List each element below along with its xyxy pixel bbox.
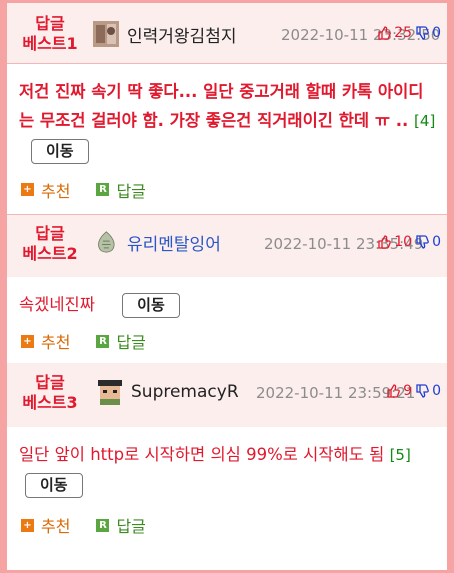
badge-line1: 답글 <box>35 14 65 33</box>
user-avatar[interactable] <box>93 21 119 47</box>
best-badge: 답글 베스트3 <box>7 363 93 413</box>
move-button[interactable]: 이동 <box>25 473 83 498</box>
thumbs-up-icon[interactable] <box>386 384 400 398</box>
recommend-button[interactable]: + 추천 <box>21 329 70 353</box>
recommend-button[interactable]: + 추천 <box>21 178 70 202</box>
upvote-count: 10 <box>394 234 413 250</box>
thumbs-up-icon[interactable] <box>377 26 392 40</box>
badge-line2: 베스트2 <box>22 244 78 263</box>
reply-text: 일단 앞이 http로 시작하면 의심 99%로 시작해도 됨 <box>19 445 385 464</box>
thumbs-down-icon[interactable] <box>415 26 429 40</box>
reply-header: 답글 베스트2 유리멘탈잉어 2022-10-11 23:35:49 10 0 <box>7 215 447 277</box>
user-info[interactable]: 인력거왕김첨지 <box>93 3 236 47</box>
thumbs-down-icon[interactable] <box>415 235 429 249</box>
reply-button[interactable]: R 답글 <box>96 178 146 202</box>
badge-line2: 베스트3 <box>22 393 78 412</box>
username[interactable]: 유리멘탈잉어 <box>127 230 221 255</box>
recommend-label: 추천 <box>41 181 71 201</box>
reply-button[interactable]: R 답글 <box>96 329 146 353</box>
reply-r-icon: R <box>96 518 110 532</box>
user-avatar[interactable] <box>97 229 119 255</box>
reply-label: 답글 <box>116 181 146 201</box>
reply-actions: + 추천 R 답글 <box>7 499 447 551</box>
thumbs-up-icon[interactable] <box>377 235 392 249</box>
reply-text: 저건 진짜 속기 딱 좋다... 일단 중고거래 할때 카톡 아이디는 무조건 … <box>19 82 424 130</box>
vote-box: 25 0 <box>377 25 441 41</box>
best-reply-2: 답글 베스트2 유리멘탈잉어 2022-10-11 23:35:49 10 0 … <box>7 215 447 363</box>
reply-count[interactable]: [4] <box>414 112 435 130</box>
badge-line2: 베스트1 <box>22 34 78 53</box>
reply-body: 저건 진짜 속기 딱 좋다... 일단 중고거래 할때 카톡 아이디는 무조건 … <box>7 64 447 165</box>
reply-label: 답글 <box>116 517 146 536</box>
reply-header: 답글 베스트1 인력거왕김첨지 2022-10-11 23:32:50 25 0 <box>7 3 447 63</box>
reply-body: 일단 앞이 http로 시작하면 의심 99%로 시작해도 됨 [5] 이동 <box>7 427 447 499</box>
best-badge: 답글 베스트1 <box>7 3 93 54</box>
reply-actions: + 추천 R 답글 <box>7 165 447 214</box>
reply-count[interactable]: [5] <box>390 446 411 464</box>
best-reply-1: 답글 베스트1 인력거왕김첨지 2022-10-11 23:32:50 25 0 <box>7 3 447 214</box>
downvote-count: 0 <box>432 234 441 250</box>
user-info[interactable]: SupremacyR <box>93 363 239 405</box>
reply-text: 속겠네진짜 <box>19 295 95 314</box>
downvote-count: 0 <box>432 383 441 399</box>
move-button[interactable]: 이동 <box>31 139 89 164</box>
vote-box: 10 0 <box>377 234 441 250</box>
recommend-button[interactable]: + 추천 <box>21 513 70 537</box>
upvote-count: 9 <box>403 383 413 399</box>
user-info[interactable]: 유리멘탈잉어 <box>93 215 221 255</box>
badge-line1: 답글 <box>35 373 65 392</box>
best-reply-3: 답글 베스트3 SupremacyR 2022-10-11 23:59:21 9… <box>7 363 447 551</box>
reply-actions: + 추천 R 답글 <box>7 319 447 363</box>
reply-r-icon: R <box>96 183 110 196</box>
badge-line1: 답글 <box>35 224 65 243</box>
username[interactable]: SupremacyR <box>131 382 239 402</box>
best-badge: 답글 베스트2 <box>7 215 93 264</box>
reply-body: 속겠네진짜 이동 <box>7 277 447 319</box>
plus-square-icon: + <box>21 518 34 532</box>
reply-label: 답글 <box>116 333 146 352</box>
thumbs-down-icon[interactable] <box>415 384 429 398</box>
recommend-label: 추천 <box>41 517 71 536</box>
best-replies-panel: 답글 베스트1 인력거왕김첨지 2022-10-11 23:32:50 25 0 <box>7 3 447 570</box>
plus-square-icon: + <box>21 334 34 348</box>
reply-header: 답글 베스트3 SupremacyR 2022-10-11 23:59:21 9… <box>7 363 447 427</box>
reply-button[interactable]: R 답글 <box>96 513 146 537</box>
user-avatar[interactable] <box>93 379 123 405</box>
vote-box: 9 0 <box>386 383 441 399</box>
upvote-count: 25 <box>394 25 413 41</box>
plus-square-icon: + <box>21 183 34 196</box>
reply-r-icon: R <box>96 334 110 348</box>
downvote-count: 0 <box>432 25 441 41</box>
move-button[interactable]: 이동 <box>122 293 180 318</box>
username[interactable]: 인력거왕김첨지 <box>127 22 236 47</box>
recommend-label: 추천 <box>41 333 71 352</box>
